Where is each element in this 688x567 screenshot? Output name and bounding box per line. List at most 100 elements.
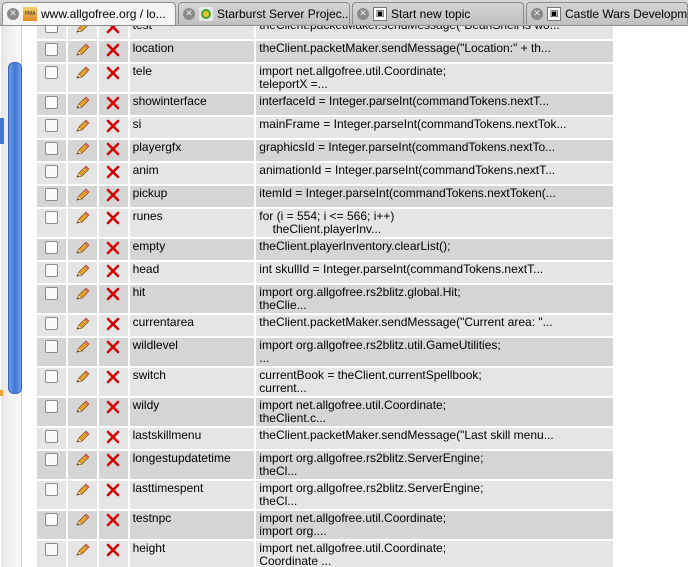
tab-start-new-topic[interactable]: ✕ ▣ Start new topic — [352, 2, 524, 24]
row-select-cell — [37, 338, 66, 366]
delete-x-icon[interactable] — [106, 188, 120, 205]
delete-x-icon[interactable] — [106, 430, 120, 447]
tab-label: www.allgofree.org / lo... — [41, 7, 166, 21]
edit-cell — [67, 368, 97, 396]
edit-pencil-icon[interactable] — [74, 370, 90, 387]
edit-pencil-icon[interactable] — [74, 430, 90, 447]
row-checkbox[interactable] — [44, 96, 58, 109]
edit-pencil-icon[interactable] — [74, 317, 90, 334]
close-tab-icon[interactable]: ✕ — [7, 8, 19, 20]
command-code: interfaceId = Integer.parseInt(commandTo… — [259, 94, 550, 108]
command-name: hit — [132, 285, 146, 299]
delete-x-icon[interactable] — [106, 26, 120, 37]
delete-x-icon[interactable] — [106, 43, 120, 60]
row-checkbox[interactable] — [44, 119, 58, 132]
delete-x-icon[interactable] — [106, 370, 120, 387]
edit-pencil-icon[interactable] — [74, 287, 90, 304]
row-checkbox[interactable] — [44, 66, 58, 79]
edit-pencil-icon[interactable] — [74, 119, 90, 136]
edit-pencil-icon[interactable] — [74, 513, 90, 530]
tab-allgofree[interactable]: ✕ PMA www.allgofree.org / lo... — [2, 2, 176, 25]
edit-cell — [67, 117, 97, 138]
delete-x-icon[interactable] — [106, 543, 120, 560]
table-row: location theClient.packetMaker.sendMessag… — [37, 41, 613, 62]
row-checkbox[interactable] — [44, 513, 58, 526]
delete-x-icon[interactable] — [106, 96, 120, 113]
row-checkbox[interactable] — [44, 165, 58, 178]
table-row: height import net.allgofree.util.Coordina… — [37, 541, 613, 567]
close-tab-icon[interactable]: ✕ — [531, 7, 543, 20]
row-checkbox[interactable] — [44, 43, 58, 56]
command-name: lastskillmenu — [132, 428, 202, 442]
edit-pencil-icon[interactable] — [74, 453, 90, 470]
row-checkbox[interactable] — [44, 543, 58, 556]
delete-x-icon[interactable] — [106, 340, 120, 357]
row-checkbox[interactable] — [44, 264, 58, 277]
delete-x-icon[interactable] — [106, 165, 120, 182]
delete-x-icon[interactable] — [106, 317, 120, 334]
delete-x-icon[interactable] — [106, 513, 120, 530]
table-row: tele import net.allgofree.util.Coordinate… — [37, 64, 613, 92]
delete-x-icon[interactable] — [106, 66, 120, 83]
command-name: tele — [132, 64, 152, 78]
row-checkbox[interactable] — [44, 287, 58, 300]
command-name-cell: height — [129, 541, 255, 567]
row-checkbox[interactable] — [44, 317, 58, 330]
close-tab-icon[interactable]: ✕ — [183, 7, 195, 20]
row-checkbox[interactable] — [44, 370, 58, 383]
edit-pencil-icon[interactable] — [74, 66, 90, 83]
edit-cell — [67, 398, 97, 426]
edit-pencil-icon[interactable] — [74, 543, 90, 560]
command-name: si — [132, 117, 142, 131]
results-table: test theClient.packetMaker.sendMessage("B… — [35, 26, 615, 567]
row-checkbox[interactable] — [44, 400, 58, 413]
edit-pencil-icon[interactable] — [74, 165, 90, 182]
row-checkbox[interactable] — [44, 188, 58, 201]
edit-pencil-icon[interactable] — [74, 43, 90, 60]
command-name-cell: pickup — [129, 186, 255, 207]
edit-cell — [67, 285, 97, 313]
vertical-scrollbar[interactable] — [1, 26, 22, 567]
edit-cell — [67, 140, 97, 161]
row-checkbox[interactable] — [44, 241, 58, 254]
edit-pencil-icon[interactable] — [74, 142, 90, 159]
row-checkbox[interactable] — [44, 453, 58, 466]
scrollbar-thumb[interactable] — [8, 62, 22, 394]
row-checkbox[interactable] — [44, 211, 58, 224]
row-checkbox[interactable] — [44, 26, 58, 33]
delete-x-icon[interactable] — [106, 241, 120, 258]
edit-pencil-icon[interactable] — [74, 241, 90, 258]
command-code-cell: graphicsId = Integer.parseInt(commandTok… — [256, 140, 613, 161]
tab-castle-wars[interactable]: ✕ ▣ Castle Wars Developm... — [526, 2, 688, 24]
delete-x-icon[interactable] — [106, 483, 120, 500]
delete-cell — [98, 41, 128, 62]
edit-pencil-icon[interactable] — [74, 211, 90, 228]
row-select-cell — [37, 315, 66, 336]
close-tab-icon[interactable]: ✕ — [357, 7, 369, 20]
row-checkbox[interactable] — [44, 430, 58, 443]
delete-x-icon[interactable] — [106, 142, 120, 159]
delete-x-icon[interactable] — [106, 119, 120, 136]
edit-pencil-icon[interactable] — [74, 188, 90, 205]
edit-pencil-icon[interactable] — [74, 264, 90, 281]
edit-pencil-icon[interactable] — [74, 483, 90, 500]
row-checkbox[interactable] — [44, 340, 58, 353]
delete-x-icon[interactable] — [106, 287, 120, 304]
delete-x-icon[interactable] — [106, 264, 120, 281]
command-code-cell: itemId = Integer.parseInt(commandTokens.… — [256, 186, 613, 207]
edit-pencil-icon[interactable] — [74, 96, 90, 113]
command-code: itemId = Integer.parseInt(commandTokens.… — [259, 186, 556, 200]
row-checkbox[interactable] — [44, 142, 58, 155]
delete-x-icon[interactable] — [106, 453, 120, 470]
row-select-cell — [37, 26, 66, 39]
edit-pencil-icon[interactable] — [74, 26, 90, 37]
frame-resize-handle[interactable] — [0, 118, 4, 144]
edit-pencil-icon[interactable] — [74, 400, 90, 417]
row-checkbox[interactable] — [44, 483, 58, 496]
command-name: longestupdatetime — [132, 451, 231, 465]
delete-x-icon[interactable] — [106, 400, 120, 417]
delete-x-icon[interactable] — [106, 211, 120, 228]
row-select-cell — [37, 368, 66, 396]
edit-pencil-icon[interactable] — [74, 340, 90, 357]
tab-starburst[interactable]: ✕ Starburst Server Projec... — [178, 2, 350, 24]
